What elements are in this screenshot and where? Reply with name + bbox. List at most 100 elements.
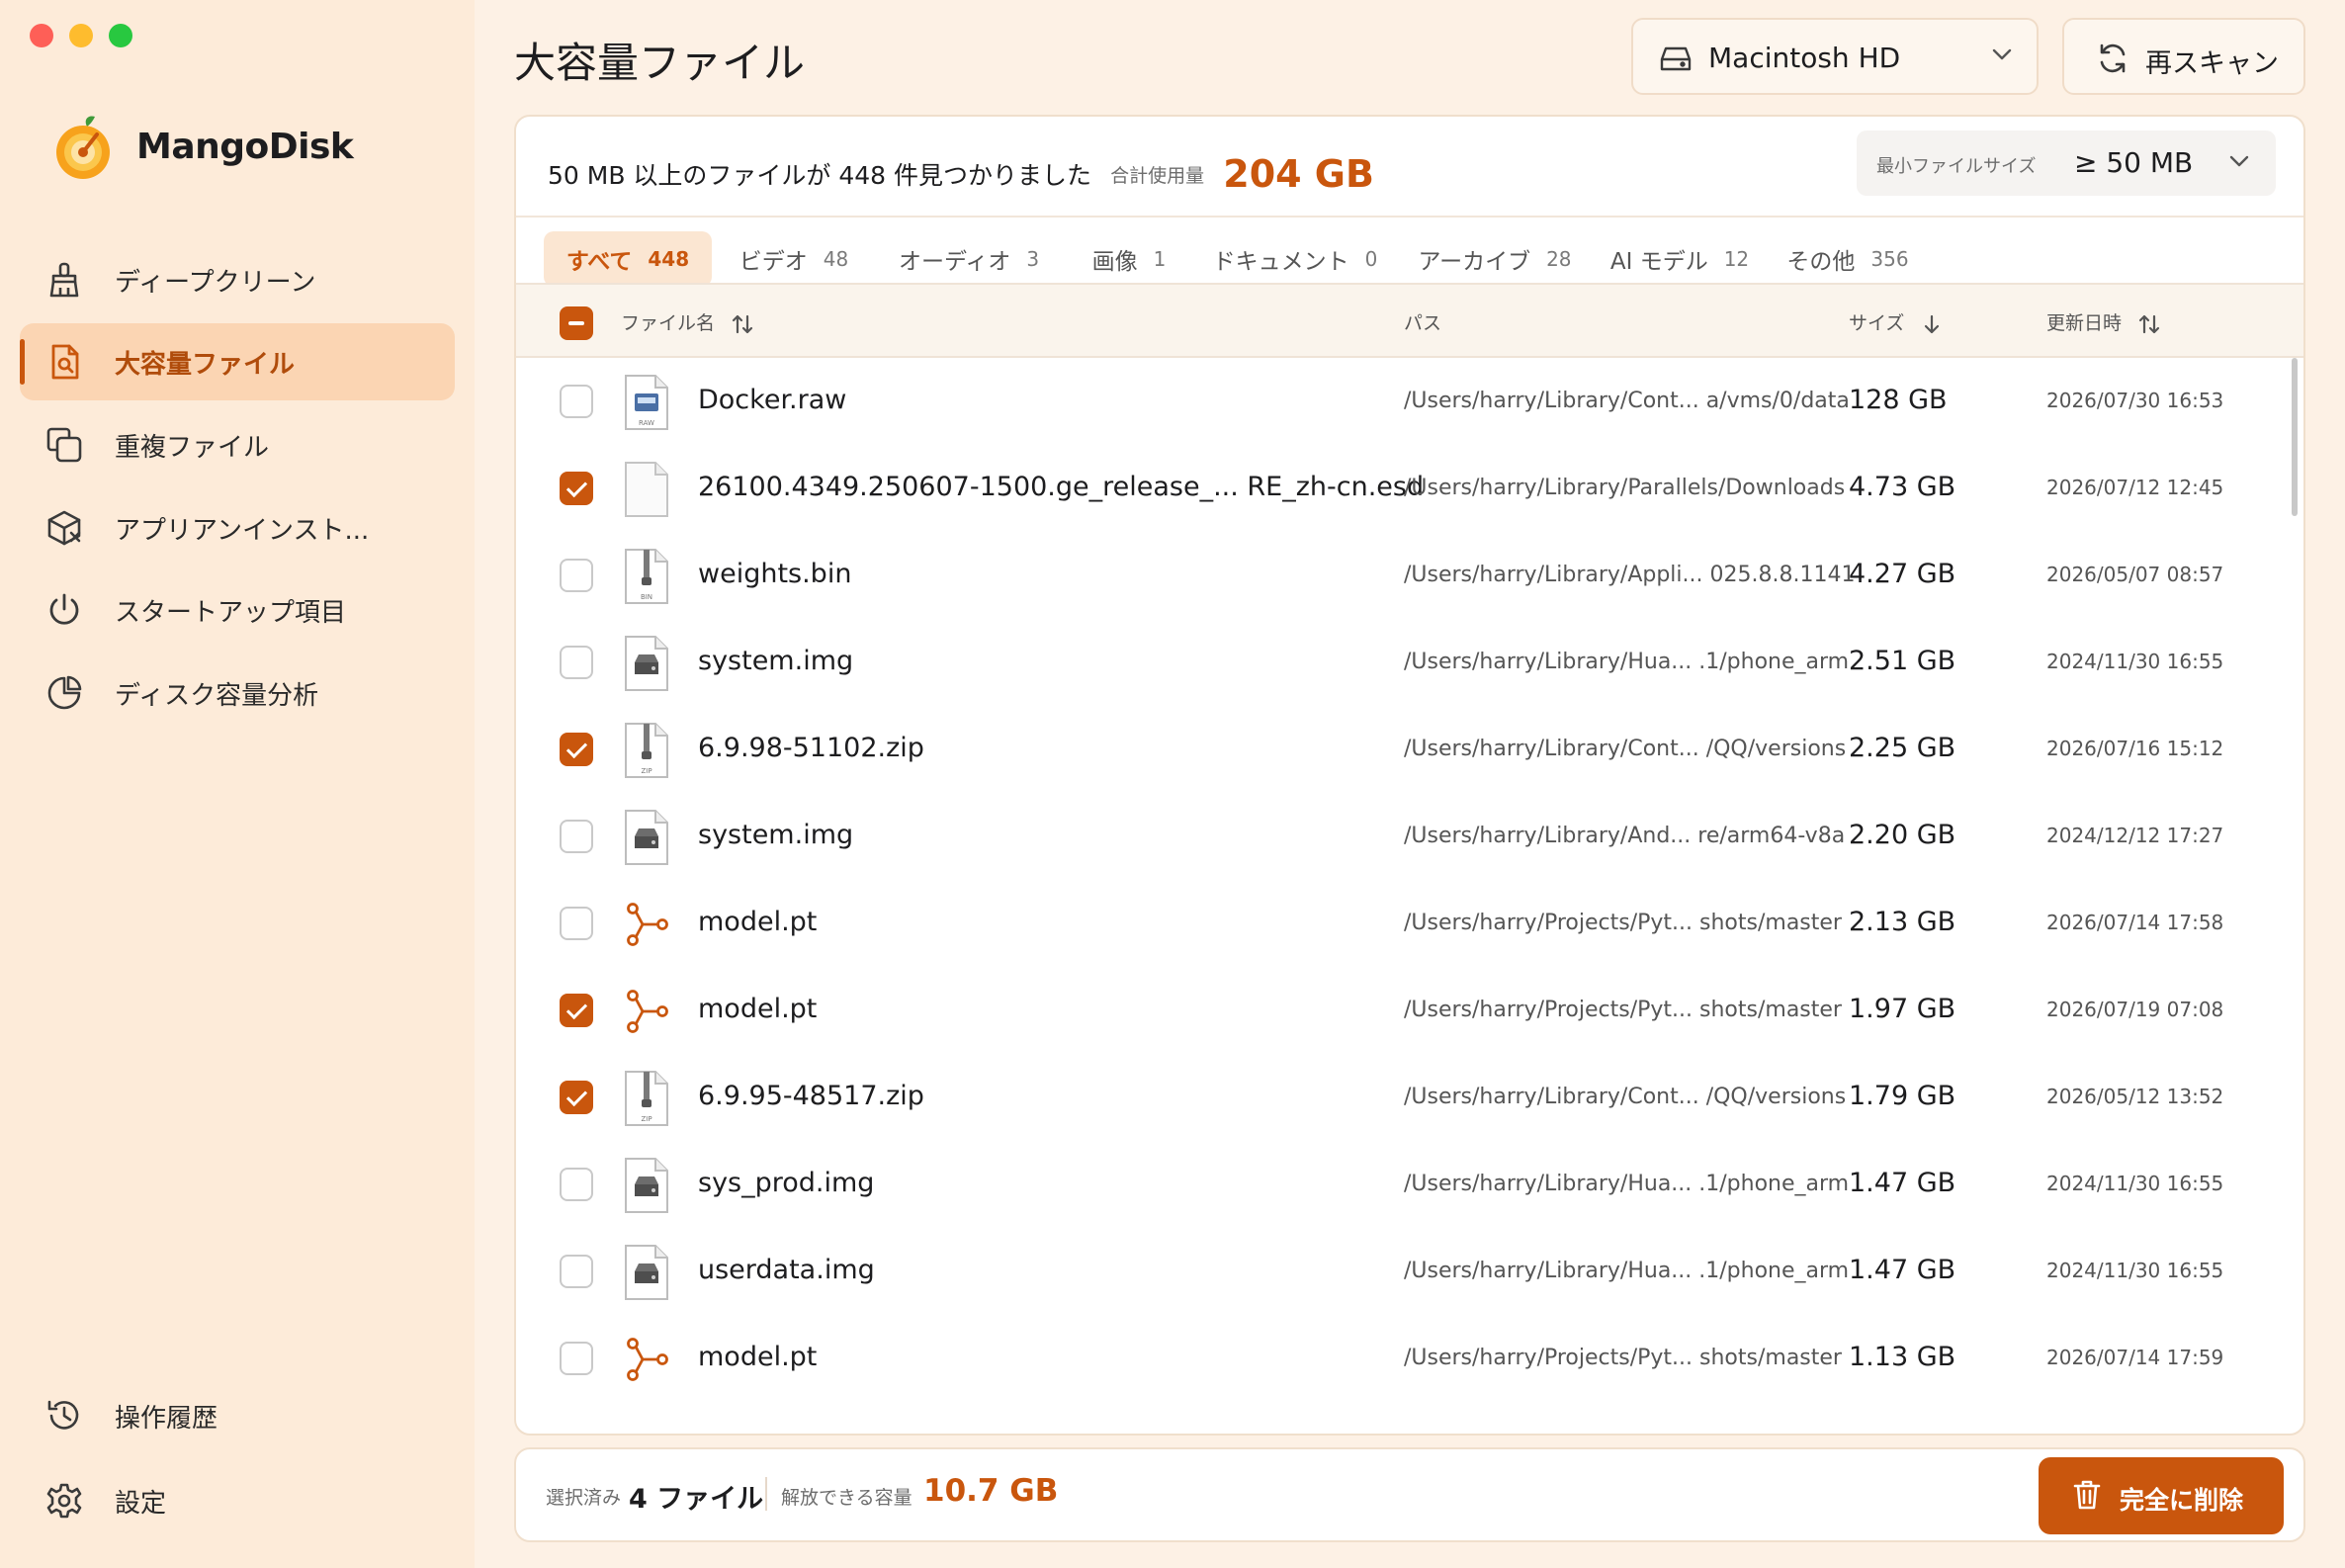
column-name-header[interactable]: ファイル名 bbox=[621, 308, 754, 336]
row-checkbox[interactable] bbox=[560, 559, 593, 592]
table-row[interactable]: system.img/Users/harry/Library/Hua... .1… bbox=[516, 619, 2303, 706]
table-row[interactable]: userdata.img/Users/harry/Library/Hua... … bbox=[516, 1228, 2303, 1315]
category-tabs: すべて 448 ビデオ 48 オーディオ 3 画像 1 ドキュメント 0 アーカイブ 28 … bbox=[516, 216, 2303, 287]
column-path-header[interactable]: パス bbox=[1404, 308, 1441, 335]
file-path: /Users/harry/Library/Cont... a/vms/0/dat… bbox=[1404, 389, 1850, 413]
file-name: sys_prod.img bbox=[698, 1168, 875, 1198]
table-row[interactable]: RAW Docker.raw/Users/harry/Library/Cont..… bbox=[516, 358, 2303, 445]
sidebar-item-settings[interactable]: 設定 bbox=[20, 1462, 455, 1539]
table-row[interactable]: model.pt/Users/harry/Projects/Pyt... sho… bbox=[516, 967, 2303, 1054]
sidebar-item-label: 操作履歴 bbox=[115, 1403, 218, 1434]
model-graph-icon bbox=[623, 896, 670, 953]
file-size: 1.79 GB bbox=[1849, 1081, 1956, 1111]
disk-select[interactable]: Macintosh HD bbox=[1631, 18, 2039, 95]
tab-ai-model[interactable]: AI モデル 12 bbox=[1598, 231, 1762, 287]
sidebar: MangoDisk ディープクリーン 大容量ファイル 重複ファイル アプリアンイ… bbox=[0, 0, 475, 1568]
tab-video[interactable]: ビデオ 48 bbox=[728, 231, 860, 287]
reclaimable-label: 解放できる容量 bbox=[781, 1487, 912, 1509]
row-checkbox[interactable] bbox=[560, 1081, 593, 1114]
file-path: /Users/harry/Library/Cont... /QQ/version… bbox=[1404, 737, 1847, 761]
table-row[interactable]: 26100.4349.250607-1500.ge_release_... RE… bbox=[516, 445, 2303, 532]
row-checkbox[interactable] bbox=[560, 994, 593, 1027]
power-icon bbox=[49, 593, 79, 625]
tab-count: 356 bbox=[1870, 247, 1909, 271]
sidebar-item-large-files[interactable]: 大容量ファイル bbox=[20, 323, 455, 400]
tab-document[interactable]: ドキュメント 0 bbox=[1198, 231, 1392, 287]
row-checkbox[interactable] bbox=[560, 385, 593, 418]
chevron-down-icon bbox=[1992, 48, 2012, 60]
table-row[interactable]: system.img/Users/harry/Library/And... re… bbox=[516, 793, 2303, 880]
tab-other[interactable]: その他 356 bbox=[1774, 231, 1922, 287]
package-remove-icon bbox=[47, 510, 81, 546]
hard-drive-icon bbox=[1660, 46, 1692, 71]
column-date-header[interactable]: 更新日時 bbox=[2046, 308, 2161, 336]
scrollbar-thumb[interactable] bbox=[2292, 358, 2298, 516]
tab-label: ビデオ bbox=[738, 249, 808, 275]
selection-footer: 選択済み 4 ファイル 解放できる容量 10.7 GB 完全に削除 bbox=[514, 1447, 2305, 1542]
row-checkbox[interactable] bbox=[560, 1255, 593, 1288]
file-date: 2024/11/30 16:55 bbox=[2046, 1172, 2224, 1195]
min-size-select[interactable]: 最小ファイルサイズ ≥ 50 MB bbox=[1857, 131, 2276, 196]
tab-audio[interactable]: オーディオ 3 bbox=[876, 231, 1062, 287]
column-date-label: 更新日時 bbox=[2046, 312, 2123, 334]
zip-file-icon: ZIP bbox=[623, 722, 670, 779]
table-row[interactable]: sys_prod.img/Users/harry/Library/Hua... … bbox=[516, 1141, 2303, 1228]
broom-icon bbox=[49, 262, 79, 298]
file-size: 128 GB bbox=[1849, 385, 1948, 415]
tab-count: 0 bbox=[1364, 247, 1378, 271]
table-row[interactable]: model.pt/Users/harry/Projects/Pyt... sho… bbox=[516, 1315, 2303, 1402]
table-row[interactable]: ZIP 6.9.98-51102.zip/Users/harry/Library/… bbox=[516, 706, 2303, 793]
sidebar-item-deep-clean[interactable]: ディープクリーン bbox=[20, 241, 455, 318]
delete-permanently-button[interactable]: 完全に削除 bbox=[2039, 1457, 2284, 1534]
file-name: model.pt bbox=[698, 994, 818, 1024]
sidebar-item-label: ディープクリーン bbox=[115, 267, 316, 298]
file-date: 2026/07/16 15:12 bbox=[2046, 737, 2224, 760]
disk-image-icon bbox=[623, 635, 670, 692]
file-size: 2.13 GB bbox=[1849, 907, 1956, 937]
row-checkbox[interactable] bbox=[560, 646, 593, 679]
window-zoom-button[interactable] bbox=[109, 24, 132, 47]
row-checkbox[interactable] bbox=[560, 472, 593, 505]
column-size-header[interactable]: サイズ bbox=[1849, 308, 1944, 336]
column-name-label: ファイル名 bbox=[621, 312, 716, 334]
file-path: /Users/harry/Projects/Pyt... shots/maste… bbox=[1404, 1346, 1842, 1370]
file-path: /Users/harry/Projects/Pyt... shots/maste… bbox=[1404, 998, 1842, 1022]
row-checkbox[interactable] bbox=[560, 733, 593, 766]
select-all-checkbox[interactable] bbox=[560, 306, 593, 340]
window-close-button[interactable] bbox=[30, 24, 53, 47]
file-date: 2026/07/14 17:59 bbox=[2046, 1346, 2224, 1369]
sidebar-item-history[interactable]: 操作履歴 bbox=[20, 1377, 455, 1454]
rescan-button[interactable]: 再スキャン bbox=[2062, 18, 2305, 95]
tab-image[interactable]: 画像 1 bbox=[1076, 231, 1182, 287]
selected-count: 4 ファイル bbox=[629, 1484, 764, 1515]
sidebar-item-label: 設定 bbox=[115, 1488, 167, 1519]
column-path-label: パス bbox=[1404, 312, 1442, 334]
disk-image-icon bbox=[623, 1157, 670, 1214]
row-checkbox[interactable] bbox=[560, 1342, 593, 1375]
table-row[interactable]: model.pt/Users/harry/Projects/Pyt... sho… bbox=[516, 880, 2303, 967]
table-row[interactable]: ZIP 6.9.95-48517.zip/Users/harry/Library/… bbox=[516, 1054, 2303, 1141]
table-row[interactable]: BIN weights.bin/Users/harry/Library/Appli… bbox=[516, 532, 2303, 619]
file-date: 2024/11/30 16:55 bbox=[2046, 1259, 2224, 1282]
sidebar-item-duplicates[interactable]: 重複ファイル bbox=[20, 406, 455, 483]
chevron-down-icon bbox=[2229, 155, 2249, 167]
sidebar-item-startup[interactable]: スタートアップ項目 bbox=[20, 571, 455, 649]
mango-logo-icon bbox=[56, 116, 110, 179]
tab-all[interactable]: すべて 448 bbox=[544, 231, 712, 287]
window-minimize-button[interactable] bbox=[69, 24, 93, 47]
file-size: 1.97 GB bbox=[1849, 994, 1956, 1024]
file-size: 2.25 GB bbox=[1849, 733, 1956, 763]
file-path: /Users/harry/Library/Hua... .1/phone_arm bbox=[1404, 1172, 1850, 1196]
file-date: 2024/11/30 16:55 bbox=[2046, 650, 2224, 673]
tab-archive[interactable]: アーカイブ 28 bbox=[1406, 231, 1584, 287]
file-size: 2.20 GB bbox=[1849, 820, 1956, 850]
sidebar-item-label: 大容量ファイル bbox=[115, 349, 296, 380]
sidebar-item-uninstaller[interactable]: アプリアンインスト... bbox=[20, 489, 455, 566]
row-checkbox[interactable] bbox=[560, 1168, 593, 1201]
row-checkbox[interactable] bbox=[560, 820, 593, 853]
sidebar-item-disk-analysis[interactable]: ディスク容量分析 bbox=[20, 654, 455, 732]
row-checkbox[interactable] bbox=[560, 907, 593, 940]
file-name: model.pt bbox=[698, 907, 818, 937]
app-name: MangoDisk bbox=[136, 127, 354, 167]
tab-count: 28 bbox=[1546, 247, 1572, 271]
